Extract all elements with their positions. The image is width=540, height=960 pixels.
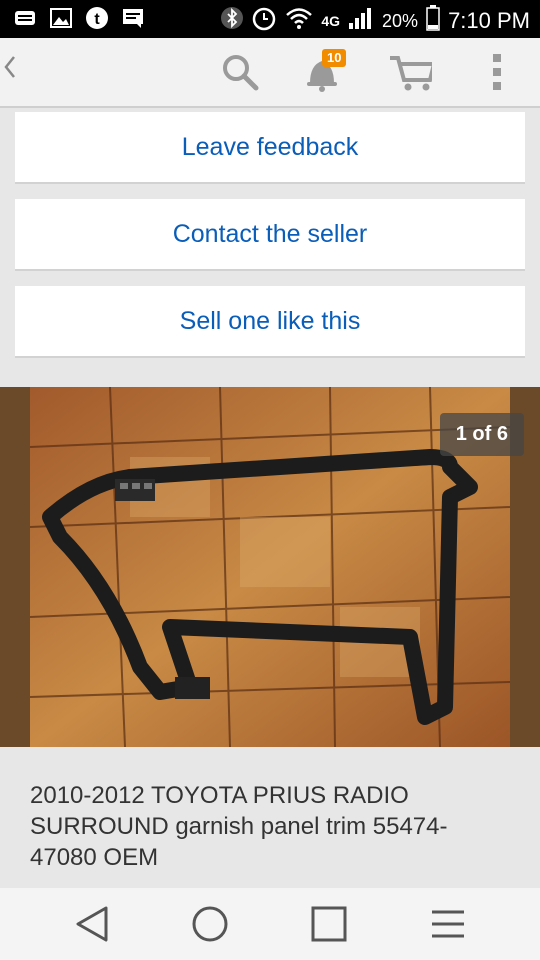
network-type: 4G	[321, 13, 341, 29]
mail-icon	[12, 6, 38, 30]
notification-badge: 10	[322, 49, 347, 67]
tumblr-icon: t	[84, 6, 110, 30]
battery-percent: 20%	[382, 10, 419, 31]
bluetooth-icon	[221, 5, 244, 37]
contact-seller-button[interactable]: Contact the seller	[15, 199, 525, 271]
message-icon	[120, 6, 146, 30]
notifications-bell-icon[interactable]: 10	[300, 49, 347, 94]
system-nav-bar	[0, 888, 540, 960]
product-photo[interactable]	[30, 387, 510, 747]
gallery-icon	[48, 6, 74, 30]
home-nav-icon[interactable]	[186, 902, 234, 946]
battery-icon	[426, 5, 440, 37]
alarm-icon	[251, 5, 277, 37]
back-nav-icon[interactable]	[68, 902, 116, 946]
sell-one-like-this-button[interactable]: Sell one like this	[15, 286, 525, 358]
menu-nav-icon[interactable]	[424, 902, 472, 946]
listing-title: 2010-2012 TOYOTA PRIUS RADIO SURROUND ga…	[30, 782, 448, 871]
photo-counter: 1 of 6	[439, 413, 524, 456]
search-icon[interactable]	[218, 50, 262, 94]
wifi-icon	[285, 6, 313, 36]
clock: 7:10 PM	[448, 8, 530, 33]
recents-nav-icon[interactable]	[305, 902, 353, 946]
status-bar: t 4G 20% 7:10 PM	[0, 0, 540, 38]
svg-text:t: t	[94, 11, 100, 28]
cart-icon[interactable]	[388, 50, 432, 94]
photo-gallery[interactable]: 1 of 6	[0, 387, 540, 747]
overflow-menu-icon[interactable]	[475, 50, 519, 94]
app-bar: 10	[0, 38, 540, 108]
signal-icon	[348, 6, 374, 36]
leave-feedback-button[interactable]: Leave feedback	[15, 112, 525, 184]
chevron-left-icon[interactable]	[4, 52, 24, 90]
